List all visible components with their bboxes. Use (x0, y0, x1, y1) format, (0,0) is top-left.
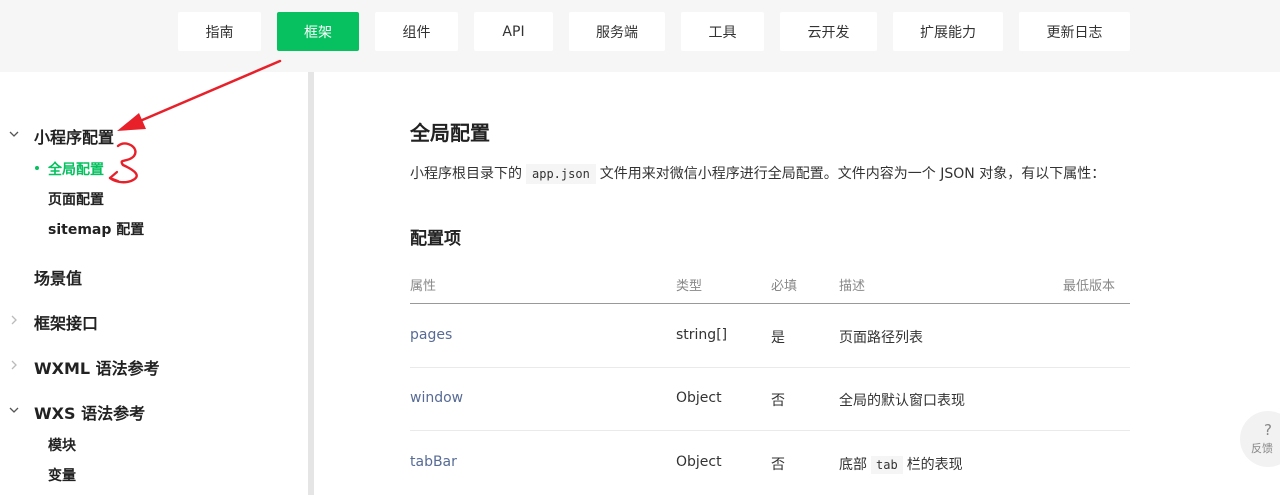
intro-text-after: 文件用来对微信小程序进行全局配置。文件内容为一个 JSON 对象，有以下属性： (599, 166, 1106, 182)
sidebar-item-sitemap-config[interactable]: sitemap 配置 (48, 219, 144, 239)
feedback-label: 反馈 (1251, 442, 1273, 455)
nav-changelog-button[interactable]: 更新日志 (1019, 12, 1130, 51)
active-bullet-icon (35, 166, 39, 170)
chevron-right-icon[interactable] (9, 360, 19, 370)
sidebar-section-mini-program-config[interactable]: 小程序配置 (34, 124, 114, 148)
intro-paragraph: 小程序根目录下的 app.json 文件用来对微信小程序进行全局配置。文件内容为一个… (410, 163, 1106, 184)
inline-code: tab (871, 456, 903, 474)
property-link[interactable]: window (410, 390, 463, 406)
chevron-down-icon[interactable] (9, 129, 19, 139)
required-cell: 是 (771, 330, 785, 346)
description-cell: 底部 tab 栏的表现 (839, 454, 963, 474)
type-cell: string[] (676, 327, 728, 343)
row-divider (410, 367, 1130, 368)
sidebar-item-page-config[interactable]: 页面配置 (48, 189, 104, 209)
row-divider (410, 430, 1130, 431)
main-content: 全局配置 小程序根目录下的 app.json 文件用来对微信小程序进行全局配置。文件… (314, 72, 1280, 495)
nav-server-button[interactable]: 服务端 (569, 12, 665, 51)
table-header-divider (410, 303, 1130, 304)
sidebar-section-wxml-reference[interactable]: WXML 语法参考 (34, 355, 160, 379)
nav-tools-button[interactable]: 工具 (681, 12, 764, 51)
sidebar: 小程序配置 全局配置 页面配置 sitemap 配置 场景值 框架接口 WXML… (0, 72, 309, 495)
top-navigation: 指南 框架 组件 API 服务端 工具 云开发 扩展能力 更新日志 (0, 0, 1280, 72)
column-header-property: 属性 (410, 279, 437, 294)
page-title: 全局配置 (410, 121, 490, 145)
sidebar-section-framework-api[interactable]: 框架接口 (34, 310, 98, 334)
description-text: 底部 (839, 457, 867, 473)
column-header-min-version: 最低版本 (1063, 279, 1116, 294)
column-header-description: 描述 (839, 279, 866, 294)
column-header-required: 必填 (771, 279, 798, 294)
intro-text-before: 小程序根目录下的 (410, 166, 522, 182)
inline-code: app.json (526, 164, 596, 184)
chevron-right-icon[interactable] (9, 315, 19, 325)
column-header-type: 类型 (676, 279, 703, 294)
property-link[interactable]: tabBar (410, 454, 457, 470)
section-title: 配置项 (410, 229, 461, 249)
sidebar-section-wxs-reference[interactable]: WXS 语法参考 (34, 400, 145, 424)
required-cell: 否 (771, 457, 785, 473)
property-link[interactable]: pages (410, 327, 452, 343)
nav-framework-button[interactable]: 框架 (277, 12, 359, 51)
nav-components-button[interactable]: 组件 (375, 12, 458, 51)
sidebar-item-module[interactable]: 模块 (48, 435, 76, 455)
required-cell: 否 (771, 393, 785, 409)
type-cell: Object (676, 390, 722, 406)
description-text: 栏的表现 (906, 457, 963, 473)
type-cell: Object (676, 454, 722, 470)
nav-extensions-button[interactable]: 扩展能力 (893, 12, 1003, 51)
sidebar-section-scene-values[interactable]: 场景值 (34, 265, 82, 289)
description-cell: 页面路径列表 (839, 330, 923, 346)
nav-api-button[interactable]: API (474, 12, 553, 51)
question-icon: ? (1264, 421, 1272, 439)
chevron-down-icon[interactable] (9, 405, 19, 415)
sidebar-item-variable[interactable]: 变量 (48, 465, 76, 485)
nav-cloud-button[interactable]: 云开发 (780, 12, 877, 51)
description-cell: 全局的默认窗口表现 (839, 393, 965, 409)
sidebar-item-global-config[interactable]: 全局配置 (48, 159, 104, 179)
nav-guide-button[interactable]: 指南 (178, 12, 261, 51)
